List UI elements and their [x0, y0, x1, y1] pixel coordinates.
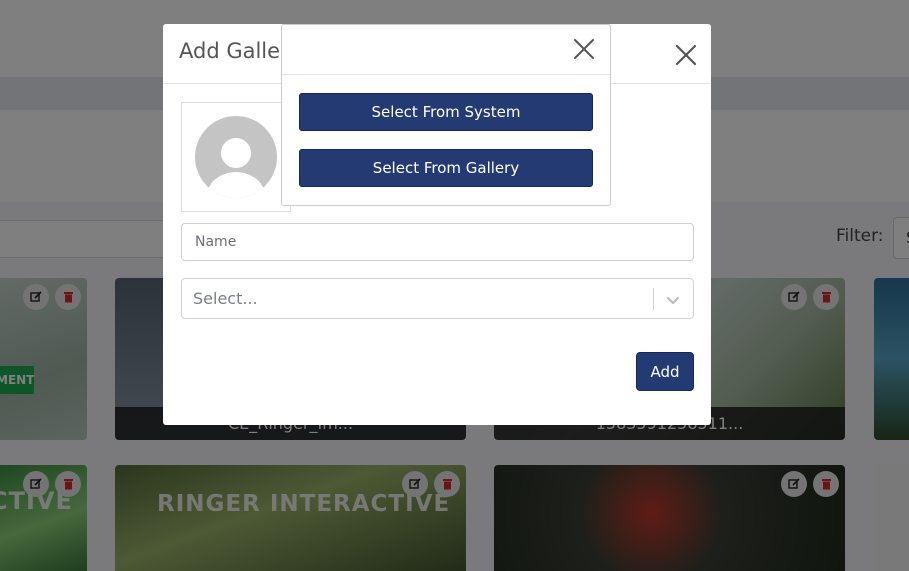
close-icon[interactable]: [671, 40, 701, 70]
name-field[interactable]: [181, 223, 694, 261]
popup-header: [282, 25, 610, 75]
chevron-down-icon[interactable]: [663, 290, 683, 310]
select-separator: [653, 288, 654, 310]
select-from-gallery-button[interactable]: Select From Gallery: [299, 149, 593, 187]
user-avatar-icon: [195, 116, 277, 198]
category-select[interactable]: Select...: [181, 278, 694, 319]
select-from-system-button[interactable]: Select From System: [299, 93, 593, 131]
select-value: Select...: [193, 289, 258, 308]
add-button[interactable]: Add: [636, 352, 694, 391]
close-icon[interactable]: [571, 36, 597, 62]
image-source-popup: Select From System Select From Gallery: [281, 24, 611, 206]
avatar-upload[interactable]: [181, 102, 291, 212]
